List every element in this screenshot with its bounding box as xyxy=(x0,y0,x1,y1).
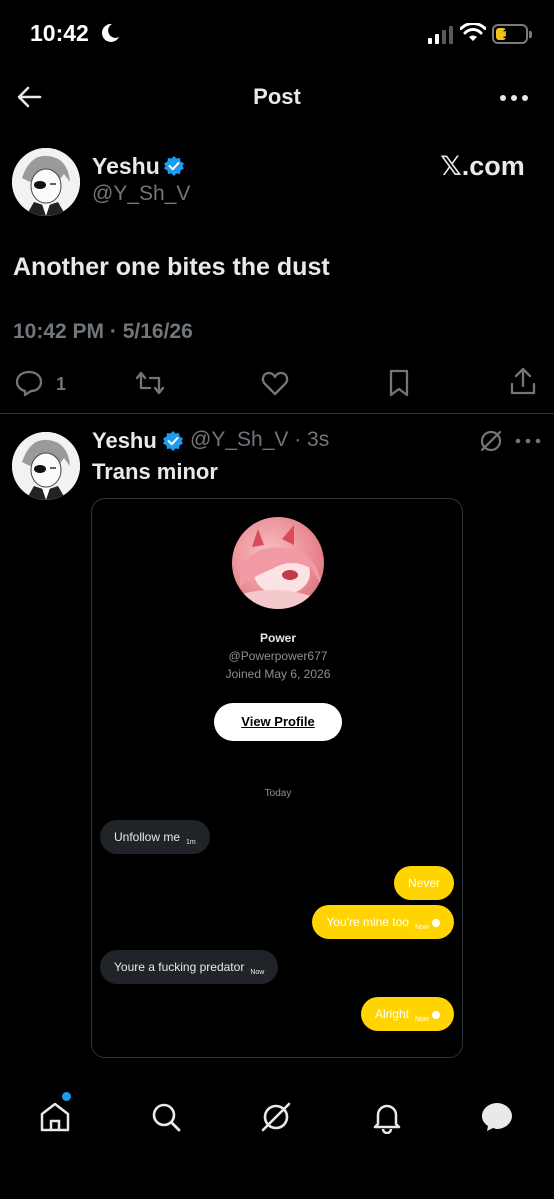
status-time: 10:42 xyxy=(30,20,89,46)
battery-icon: 19 xyxy=(492,24,528,44)
post-timestamp[interactable]: 10:42 PM · 5/16/26 xyxy=(13,320,193,344)
dm-profile-name: Power xyxy=(259,631,296,645)
read-check-icon xyxy=(432,919,440,927)
dm-joined-date: Joined May 6, 2026 xyxy=(225,667,331,681)
reply-handle-time[interactable]: @Y_Sh_V · 3s xyxy=(190,428,329,452)
bookmark-icon[interactable] xyxy=(384,368,414,398)
reply-icon[interactable] xyxy=(14,368,44,398)
share-icon[interactable] xyxy=(508,366,538,396)
message-text: Unfollow me xyxy=(114,830,181,844)
grok-icon[interactable] xyxy=(259,1100,293,1134)
battery-tip xyxy=(529,31,532,38)
message-bubble-incoming: Unfollow me 1m xyxy=(100,820,210,854)
message-bubble-incoming: Youre a fucking predator Now xyxy=(100,950,279,984)
chat-icon[interactable] xyxy=(480,1100,514,1134)
home-icon[interactable] xyxy=(38,1100,72,1134)
dm-profile-avatar xyxy=(232,517,324,609)
divider xyxy=(0,413,554,414)
message-time: Now xyxy=(250,969,265,976)
message-text: You're mine too xyxy=(326,915,409,929)
notifications-icon[interactable] xyxy=(370,1100,404,1134)
search-icon[interactable] xyxy=(149,1100,183,1134)
page-title: Post xyxy=(253,84,301,109)
retweet-icon[interactable] xyxy=(135,368,165,398)
avatar-illustration xyxy=(12,148,80,216)
moon-icon xyxy=(101,23,119,42)
reply-count: 1 xyxy=(56,374,67,394)
message-bubble-outgoing: You're mine too Now xyxy=(312,905,454,939)
dm-day-label: Today xyxy=(264,788,292,799)
author-handle[interactable]: @Y_Sh_V xyxy=(92,182,190,206)
battery-percent: 19 xyxy=(502,26,518,41)
grok-icon[interactable] xyxy=(478,428,504,454)
more-icon[interactable] xyxy=(514,430,542,452)
message-text: Youre a fucking predator xyxy=(114,960,245,974)
more-icon[interactable] xyxy=(498,86,530,110)
bottom-nav xyxy=(0,1070,554,1199)
message-bubble-outgoing: Alright Now xyxy=(360,997,454,1031)
message-text: Alright xyxy=(374,1007,409,1021)
message-text: Never xyxy=(407,876,440,890)
avatar-illustration xyxy=(12,432,80,500)
message-bubble-outgoing: Never xyxy=(393,866,454,900)
signal-icon xyxy=(428,26,453,44)
verified-badge-icon xyxy=(164,156,184,176)
verified-badge-icon xyxy=(163,431,183,451)
back-arrow-icon[interactable] xyxy=(14,82,44,112)
message-time: 1m xyxy=(186,839,196,846)
author-avatar[interactable] xyxy=(12,148,80,216)
wifi-icon xyxy=(460,23,486,41)
x-watermark: 𝕏.com xyxy=(440,151,525,181)
message-time: Now xyxy=(414,924,429,931)
read-check-icon xyxy=(432,1011,440,1019)
reply-author-name[interactable]: Yeshu xyxy=(92,428,157,454)
view-profile-button: View Profile xyxy=(214,703,342,741)
reply-author-avatar[interactable] xyxy=(12,432,80,500)
like-icon[interactable] xyxy=(260,368,290,398)
dm-screenshot-card[interactable]: Power @Powerpower677 Joined May 6, 2026 … xyxy=(91,498,463,1058)
dm-profile-handle: @Powerpower677 xyxy=(228,649,328,663)
message-time: Now xyxy=(414,1016,429,1023)
author-name[interactable]: Yeshu xyxy=(92,153,160,180)
notification-dot xyxy=(62,1092,71,1101)
status-bar: 10:42 19 xyxy=(0,0,554,70)
avatar-illustration xyxy=(232,525,324,609)
post-text: Another one bites the dust xyxy=(13,253,330,281)
reply-text: Trans minor xyxy=(92,459,218,484)
